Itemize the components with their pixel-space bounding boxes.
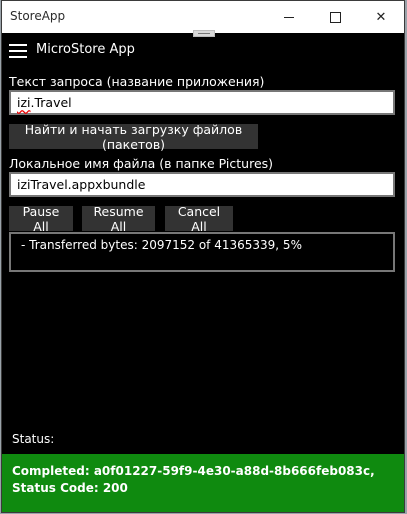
status-message: Completed: a0f01227-59f9-4e30-a88d-8b666… (12, 464, 375, 495)
transfer-output: - Transferred bytes: 2097152 of 41365339… (9, 232, 395, 272)
window-title: StoreApp (10, 9, 66, 23)
find-download-button[interactable]: Найти и начать загрузку файлов (пакетов) (9, 122, 258, 152)
app-name: MicroStore App (36, 42, 135, 57)
cancel-all-button[interactable]: Cancel All (165, 204, 233, 234)
query-label: Текст запроса (название приложения) (9, 74, 265, 89)
status-bar: Completed: a0f01227-59f9-4e30-a88d-8b666… (2, 454, 404, 512)
filename-label: Локальное имя файла (в папке Pictures) (9, 156, 274, 171)
maximize-button[interactable] (312, 1, 358, 33)
maximize-icon (329, 11, 341, 23)
app-header: MicroStore App (2, 33, 404, 67)
close-icon: ✕ (375, 9, 387, 25)
resume-all-button[interactable]: Resume All (82, 204, 155, 234)
status-label: Status: (12, 432, 55, 446)
query-value-suffix: .Travel (30, 95, 72, 110)
query-value-prefix: izi (17, 95, 31, 110)
hamburger-menu-icon[interactable] (9, 44, 27, 58)
close-button[interactable]: ✕ (358, 1, 404, 33)
minimize-button[interactable] (266, 1, 312, 33)
transfer-progress-text: - Transferred bytes: 2097152 of 41365339… (21, 238, 302, 252)
query-input[interactable]: izi.Travel (9, 90, 395, 115)
app-window: StoreApp ✕ MicroStore App Текст запроса … (1, 0, 405, 513)
minimize-icon (284, 16, 294, 18)
title-bar[interactable]: StoreApp ✕ (2, 1, 404, 33)
pause-all-button[interactable]: Pause All (9, 204, 73, 234)
filename-input[interactable]: iziTravel.appxbundle (9, 172, 395, 197)
